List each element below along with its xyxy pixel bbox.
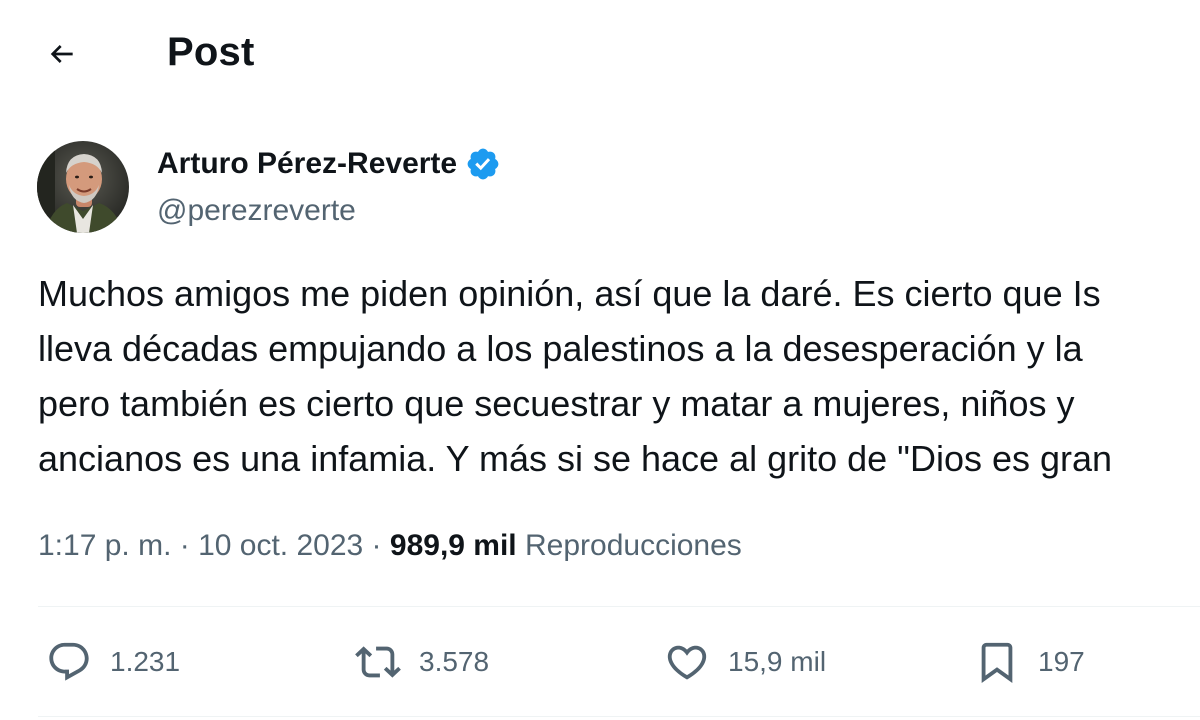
like-count: 15,9 mil xyxy=(728,646,827,677)
bookmark-icon xyxy=(981,642,1013,683)
repost-button[interactable]: 3.578 xyxy=(355,636,489,688)
divider xyxy=(38,716,1200,717)
reply-button[interactable]: 1.231 xyxy=(46,636,180,688)
post-page: Post Arturo Pérez-Reverte @perezreverte … xyxy=(0,0,1200,720)
tweet-text-line: ancianos es una infamia. Y más si se hac… xyxy=(38,438,1113,479)
tweet-date[interactable]: 10 oct. 2023 xyxy=(198,529,363,562)
heart-icon xyxy=(667,645,707,680)
tweet-meta: 1:17 p. m. · 10 oct. 2023 · 989,9 mil Re… xyxy=(38,526,742,566)
tweet-text-line: lleva décadas empujando a los palestinos… xyxy=(38,328,1083,369)
tweet-text-line: Muchos amigos me piden opinión, así que … xyxy=(38,273,1101,314)
author-name[interactable]: Arturo Pérez-Reverte xyxy=(157,145,501,183)
tweet-text-line: pero también es cierto que secuestrar y … xyxy=(38,383,1075,424)
tweet-text: Muchos amigos me piden opinión, así que … xyxy=(38,266,1200,496)
reply-count: 1.231 xyxy=(110,646,181,677)
repost-count: 3.578 xyxy=(419,646,490,677)
meta-separator: · xyxy=(363,529,390,562)
author-name-text: Arturo Pérez-Reverte xyxy=(157,147,458,180)
reply-icon xyxy=(49,642,89,681)
author-handle[interactable]: @perezreverte xyxy=(157,193,356,229)
divider xyxy=(38,606,1200,607)
repost-icon xyxy=(355,646,401,678)
arrow-left-icon xyxy=(50,45,73,63)
views-count[interactable]: 989,9 mil xyxy=(390,529,517,562)
avatar-image xyxy=(37,141,129,233)
verified-badge-icon[interactable] xyxy=(465,146,501,182)
back-button[interactable] xyxy=(36,28,88,80)
avatar[interactable] xyxy=(37,141,129,233)
tweet-time[interactable]: 1:17 p. m. xyxy=(38,529,171,562)
bookmark-count: 197 xyxy=(1038,646,1085,677)
bookmark-button[interactable]: 197 xyxy=(974,636,1085,688)
views-label: Reproducciones xyxy=(525,529,742,562)
post-header: Post xyxy=(0,0,1200,106)
page-title: Post xyxy=(167,30,255,74)
meta-separator: · xyxy=(171,529,199,562)
like-button[interactable]: 15,9 mil xyxy=(664,636,826,688)
